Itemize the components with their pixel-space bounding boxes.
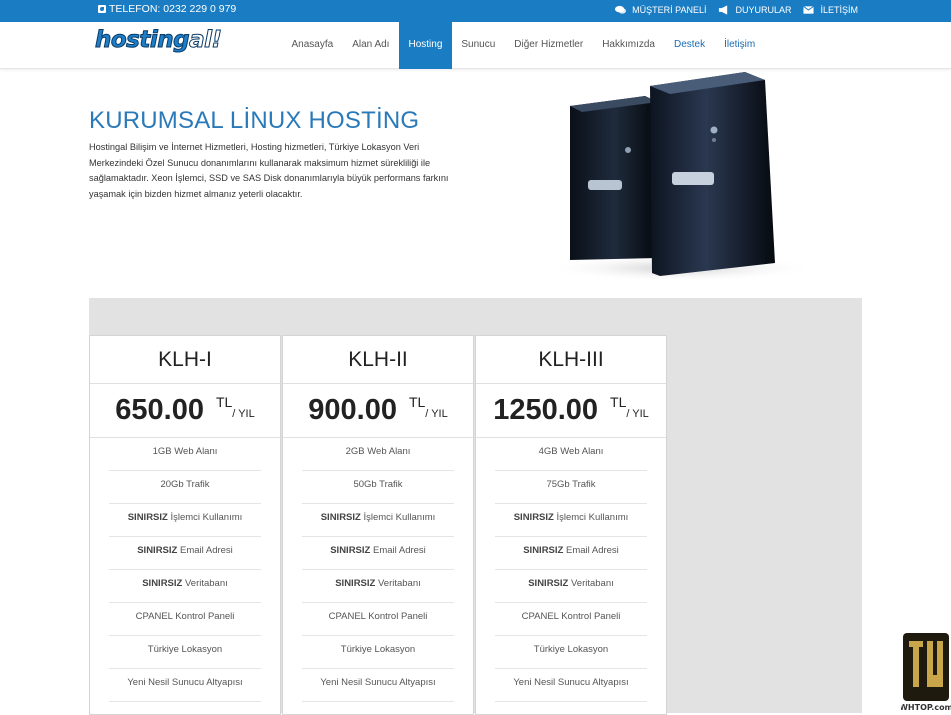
feature-row: SINIRSIZ Email Adresi: [109, 537, 261, 570]
feature-row: 20Gb Trafik: [109, 471, 261, 504]
feature-row: 1GB Web Alanı: [109, 438, 261, 471]
plan-card-klh-1: KLH-I 650.00 TL/ YIL 1GB Web Alanı 20Gb T…: [89, 335, 281, 715]
iletisim-top-label: İLETİŞİM: [820, 5, 858, 15]
top-bar: TELEFON: 0232 229 0 979 MÜŞTERİ PANELİ D…: [0, 0, 951, 22]
plan-card-klh-3: KLH-III 1250.00 TL/ YIL 4GB Web Alanı 75G…: [475, 335, 667, 715]
nav-item-destek[interactable]: Destek: [665, 22, 715, 69]
feature-row: Türkiye Lokasyon: [302, 636, 454, 669]
nav-menu: Anasayfa Alan Adı Hosting Sunucu Diğer H…: [282, 22, 765, 69]
feature-row: SINIRSIZ Veritabanı: [302, 570, 454, 603]
feature-row: Türkiye Lokasyon: [495, 636, 647, 669]
feature-row: Yeni Nesil Sunucu Altyapısı: [495, 669, 647, 702]
price-period: / YIL: [232, 408, 255, 420]
duyurular-label: DUYURULAR: [735, 5, 792, 15]
plan-price: 900.00 TL/ YIL: [283, 384, 473, 438]
feature-row: SINIRSIZ Veritabanı: [495, 570, 647, 603]
megaphone-icon: [719, 5, 728, 15]
feature-row: Yeni Nesil Sunucu Altyapısı: [109, 669, 261, 702]
nav-item-hosting[interactable]: Hosting: [398, 22, 452, 69]
price-value: 900.00: [308, 394, 397, 426]
plan-card-klh-2: KLH-II 900.00 TL/ YIL 2GB Web Alanı 50Gb …: [282, 335, 474, 715]
iletisim-top-link[interactable]: İLETİŞİM: [803, 5, 858, 15]
plan-name: KLH-I: [90, 336, 280, 384]
feature-row: SINIRSIZ Email Adresi: [302, 537, 454, 570]
price-value: 650.00: [115, 394, 204, 426]
feature-row: SINIRSIZ İşlemci Kullanımı: [302, 504, 454, 537]
watermark-text: WHTOP.com: [901, 703, 951, 712]
main-navbar: hostingal! Anasayfa Alan Adı Hosting Sun…: [0, 22, 951, 69]
feature-row: Türkiye Lokasyon: [109, 636, 261, 669]
feature-row: 2GB Web Alanı: [302, 438, 454, 471]
feature-row: CPANEL Kontrol Paneli: [495, 603, 647, 636]
nav-item-hakkimizda[interactable]: Hakkımızda: [593, 22, 665, 69]
feature-row: CPANEL Kontrol Paneli: [302, 603, 454, 636]
logo-text-al: al!: [189, 27, 223, 54]
top-links: MÜŞTERİ PANELİ DUYURULAR İLETİŞİM: [615, 5, 858, 15]
price-period: / YIL: [626, 408, 649, 420]
duyurular-link[interactable]: DUYURULAR: [718, 5, 791, 15]
chat-icon: [615, 5, 627, 14]
nav-item-anasayfa[interactable]: Anasayfa: [282, 22, 343, 69]
phone-icon: [98, 5, 106, 13]
plan-name: KLH-II: [283, 336, 473, 384]
feature-row: SINIRSIZ Email Adresi: [495, 537, 647, 570]
plan-price: 650.00 TL/ YIL: [90, 384, 280, 438]
feature-row: Yeni Nesil Sunucu Altyapısı: [302, 669, 454, 702]
price-value: 1250.00: [493, 394, 599, 426]
musteri-paneli-link[interactable]: MÜŞTERİ PANELİ: [615, 5, 706, 15]
nav-item-sunucu[interactable]: Sunucu: [452, 22, 505, 69]
nav-item-alan-adi[interactable]: Alan Adı: [343, 22, 399, 69]
price-currency: TL: [215, 394, 233, 410]
phone-text: TELEFON: 0232 229 0 979: [109, 3, 237, 15]
feature-row: CPANEL Kontrol Paneli: [109, 603, 261, 636]
plan-price: 1250.00 TL/ YIL: [476, 384, 666, 438]
envelope-icon: [803, 5, 815, 14]
nav-item-diger-hizmetler[interactable]: Diğer Hizmetler: [505, 22, 593, 69]
logo-text-hosting: hosting: [94, 27, 190, 54]
feature-row: SINIRSIZ İşlemci Kullanımı: [109, 504, 261, 537]
plan-name: KLH-III: [476, 336, 666, 384]
site-logo[interactable]: hostingal!: [94, 27, 223, 61]
phone-info: TELEFON: 0232 229 0 979: [98, 3, 236, 15]
price-currency: TL: [610, 394, 627, 410]
servers-image: [545, 72, 815, 282]
price-currency: TL: [408, 394, 426, 410]
feature-row: 75Gb Trafik: [495, 471, 647, 504]
nav-item-iletisim[interactable]: İletişim: [715, 22, 765, 69]
price-period: / YIL: [425, 408, 448, 420]
feature-row: SINIRSIZ Veritabanı: [109, 570, 261, 603]
whtop-watermark-logo: WHTOP.com: [901, 633, 951, 712]
feature-row: 50Gb Trafik: [302, 471, 454, 504]
musteri-paneli-label: MÜŞTERİ PANELİ: [632, 5, 707, 15]
page-title: KURUMSAL LİNUX HOSTİNG: [89, 107, 420, 134]
hero-description: Hostingal Bilişim ve İnternet Hizmetleri…: [89, 142, 449, 199]
feature-row: SINIRSIZ İşlemci Kullanımı: [495, 504, 647, 537]
feature-row: 4GB Web Alanı: [495, 438, 647, 471]
